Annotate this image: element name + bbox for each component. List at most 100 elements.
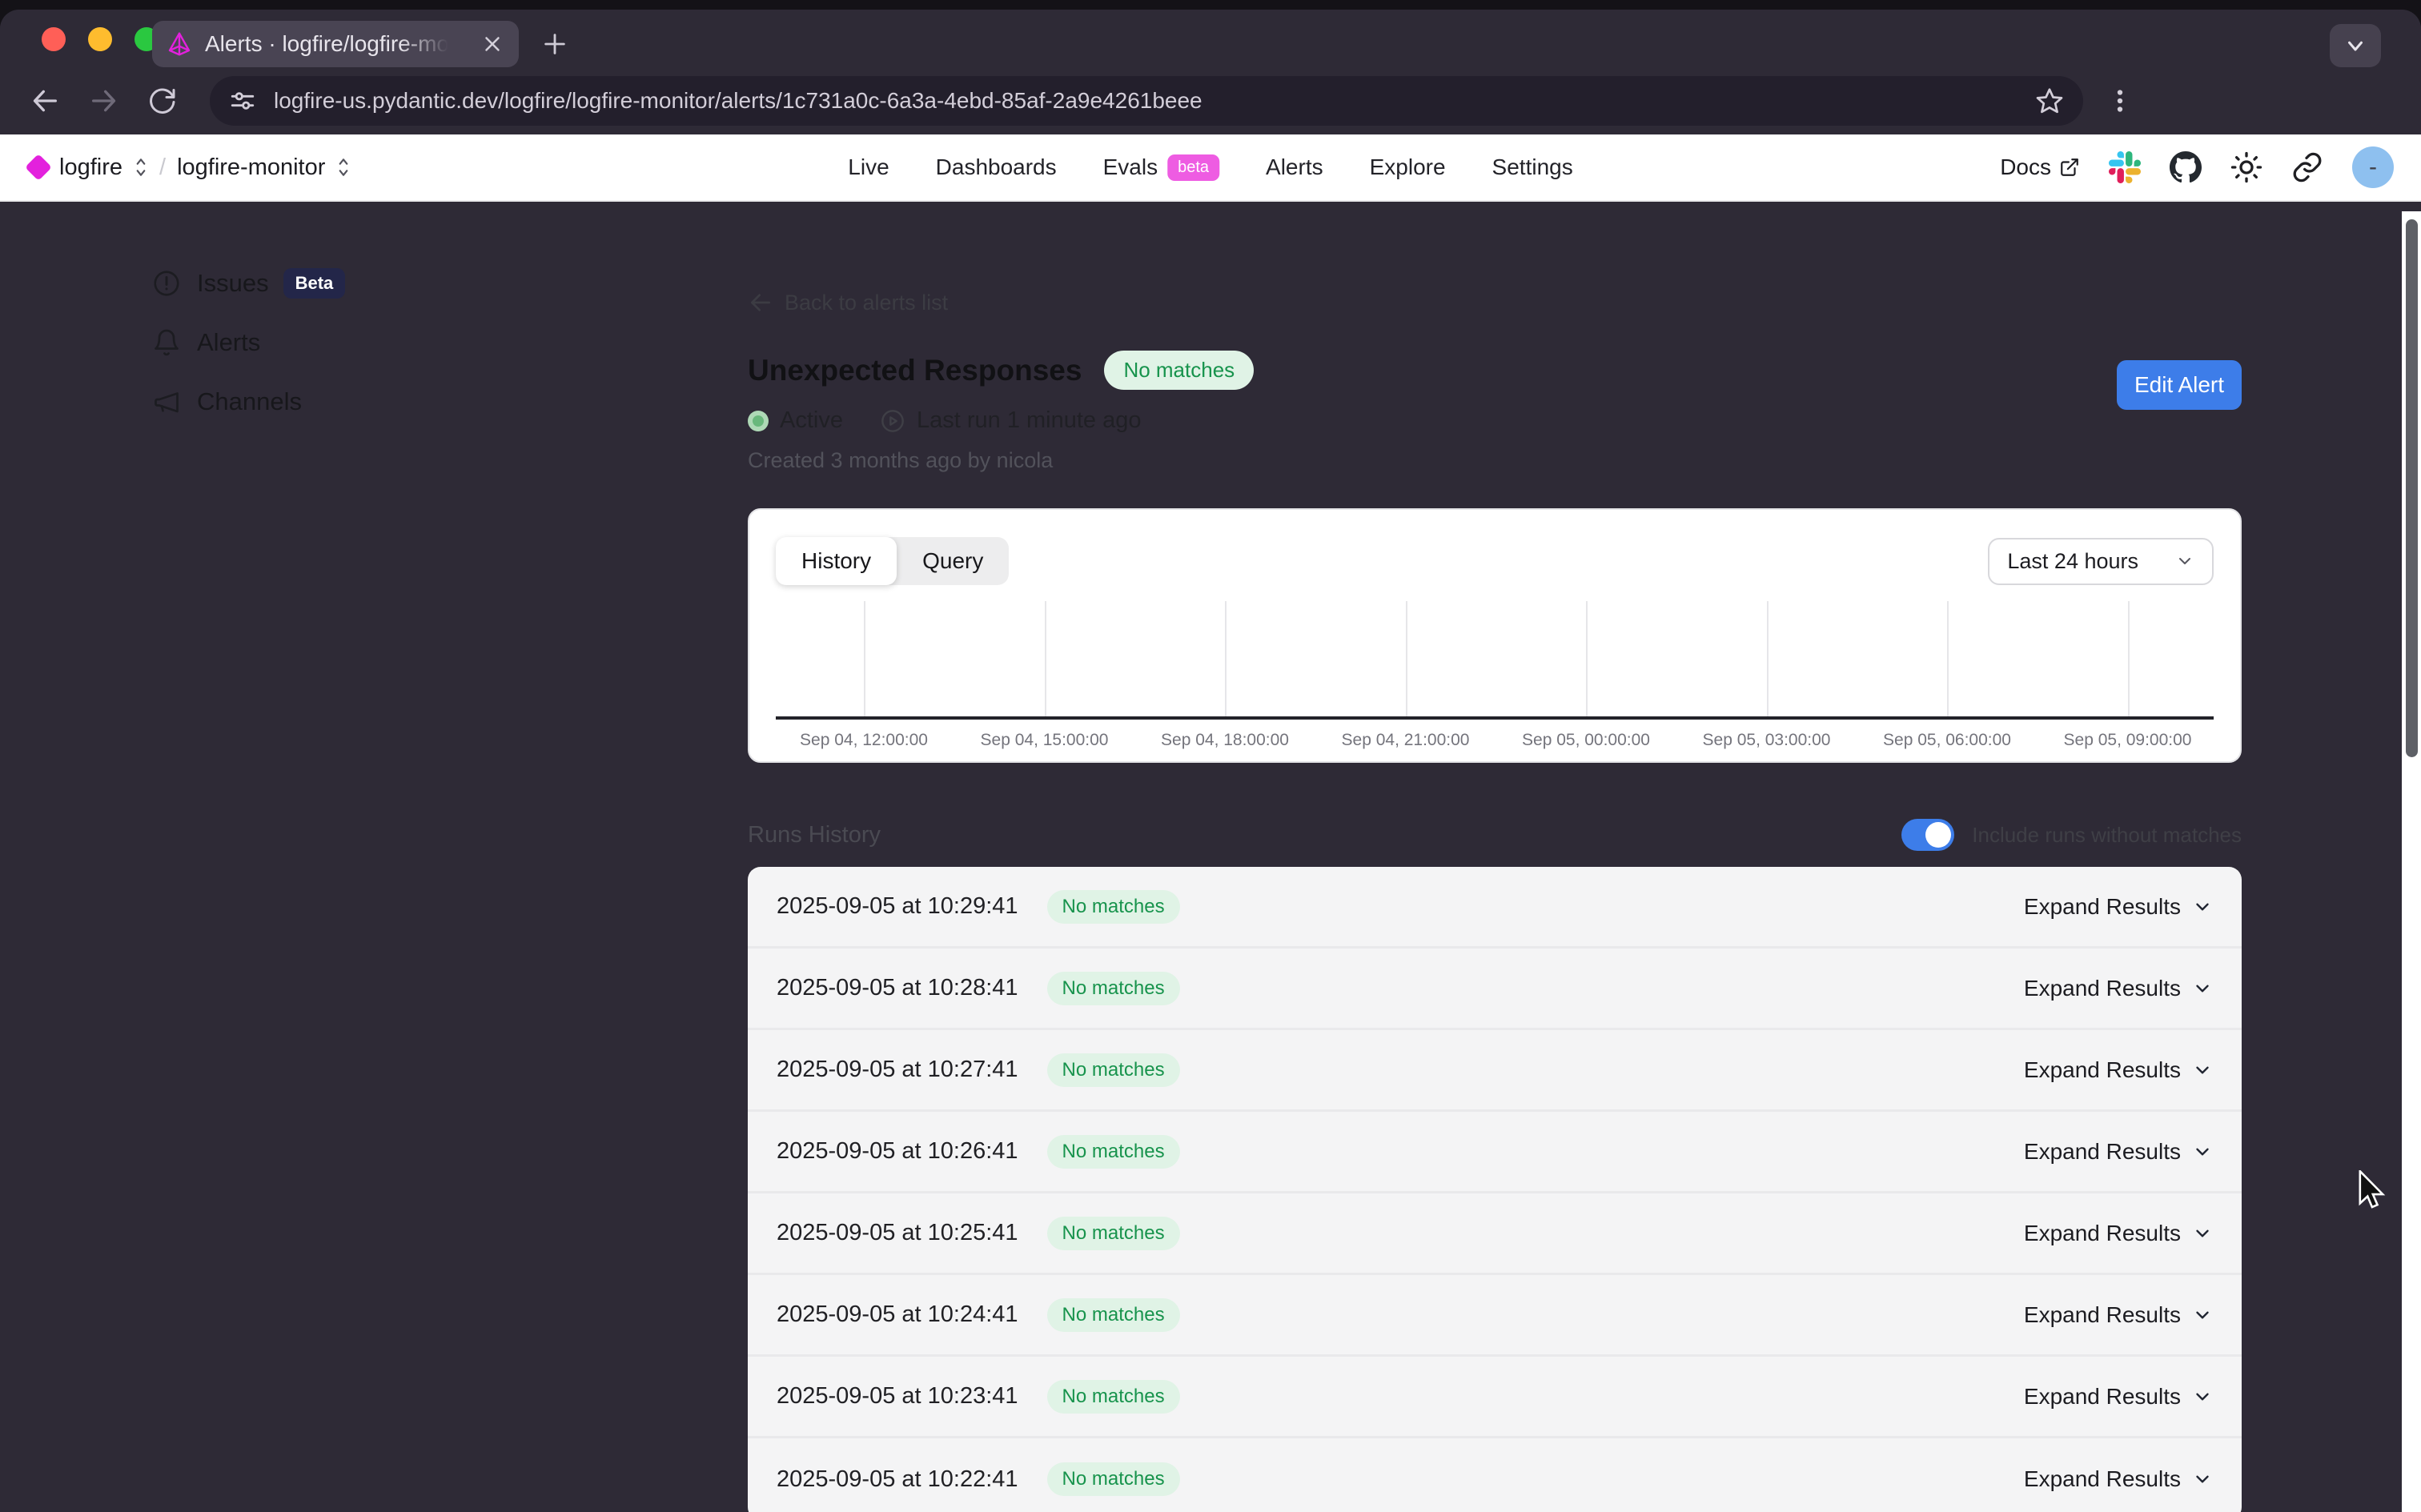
run-row: 2025-09-05 at 10:27:41 No matches Expand…: [748, 1030, 2242, 1112]
chart-gridline: [1947, 601, 1949, 716]
scrollbar-track[interactable]: [2402, 211, 2421, 1512]
minimize-window-button[interactable]: [88, 27, 112, 51]
expand-results-label: Expand Results: [2024, 1384, 2181, 1410]
chevron-updown-icon[interactable]: [134, 156, 148, 178]
include-runs-label: Include runs without matches: [1972, 823, 2242, 848]
close-tab-icon[interactable]: [480, 32, 504, 56]
theme-sun-icon[interactable]: [2230, 151, 2262, 183]
nav-item-settings[interactable]: Settings: [1492, 154, 1573, 180]
expand-results-button[interactable]: Expand Results: [2024, 1466, 2213, 1492]
run-row: 2025-09-05 at 10:22:41 No matches Expand…: [748, 1438, 2242, 1512]
run-timestamp: 2025-09-05 at 10:22:41: [777, 1466, 1018, 1493]
beta-badge: beta: [1167, 154, 1219, 181]
run-timestamp: 2025-09-05 at 10:26:41: [777, 1138, 1018, 1165]
run-timestamp: 2025-09-05 at 10:24:41: [777, 1301, 1018, 1328]
github-icon[interactable]: [2170, 151, 2202, 183]
chart-gridline: [1406, 601, 1407, 716]
chart-x-labels: Sep 04, 12:00:00Sep 04, 15:00:00Sep 04, …: [776, 720, 2214, 761]
include-runs-toggle[interactable]: [1901, 819, 1954, 851]
expand-results-button[interactable]: Expand Results: [2024, 976, 2213, 1001]
mouse-cursor: [2355, 1170, 2387, 1212]
chart-gridline: [2128, 601, 2130, 716]
chevron-down-icon: [2192, 978, 2213, 999]
toggle-knob: [1925, 822, 1951, 848]
run-status-badge: No matches: [1047, 1380, 1180, 1414]
browser-window: Alerts · logfire/logfire-monitor: [0, 10, 2421, 1512]
user-avatar[interactable]: -: [2352, 146, 2394, 188]
expand-results-label: Expand Results: [2024, 1302, 2181, 1328]
window-controls: [42, 27, 159, 51]
tab-search-button[interactable]: [2330, 24, 2381, 67]
expand-results-button[interactable]: Expand Results: [2024, 1139, 2213, 1165]
project-switcher[interactable]: logfire-monitor: [177, 154, 325, 181]
nav-item-alerts[interactable]: Alerts: [1266, 154, 1323, 180]
new-tab-button[interactable]: [541, 30, 568, 58]
url-text: logfire-us.pydantic.dev/logfire/logfire-…: [274, 88, 2035, 114]
org-switcher[interactable]: logfire: [59, 154, 122, 181]
run-status-badge: No matches: [1047, 1298, 1180, 1332]
url-bar[interactable]: logfire-us.pydantic.dev/logfire/logfire-…: [210, 76, 2083, 126]
expand-results-label: Expand Results: [2024, 1057, 2181, 1083]
tab-query[interactable]: Query: [897, 537, 1009, 585]
run-row: 2025-09-05 at 10:23:41 No matches Expand…: [748, 1357, 2242, 1438]
close-window-button[interactable]: [42, 27, 66, 51]
chevron-updown-icon[interactable]: [336, 156, 351, 178]
expand-results-button[interactable]: Expand Results: [2024, 1302, 2213, 1328]
play-circle-icon: [880, 408, 905, 434]
expand-results-button[interactable]: Expand Results: [2024, 1384, 2213, 1410]
scrollbar-thumb[interactable]: [2406, 219, 2418, 757]
back-to-alerts-link[interactable]: Back to alerts list: [748, 290, 2242, 315]
logfire-favicon-icon: [167, 31, 192, 57]
reload-icon[interactable]: [147, 86, 176, 115]
chart-tick-label: Sep 05, 03:00:00: [1703, 731, 1831, 750]
exclamation-icon: [152, 269, 181, 298]
created-by-text: Created 3 months ago by nicola: [748, 448, 2242, 473]
run-status-badge: No matches: [1047, 1217, 1180, 1250]
chevron-down-icon: [2192, 1060, 2213, 1081]
bell-icon: [152, 328, 181, 357]
forward-icon[interactable]: [88, 85, 120, 117]
edit-alert-button[interactable]: Edit Alert: [2117, 360, 2242, 410]
chevron-down-icon: [2192, 1305, 2213, 1326]
chart-gridline: [1225, 601, 1227, 716]
tab-history[interactable]: History: [776, 537, 897, 585]
sidebar-item-alerts[interactable]: Alerts: [152, 323, 345, 362]
bookmark-star-icon[interactable]: [2035, 86, 2064, 115]
nav-item-live[interactable]: Live: [848, 154, 889, 180]
chevron-down-icon: [2192, 1141, 2213, 1162]
sidebar-item-channels[interactable]: Channels: [152, 383, 345, 421]
nav-item-dashboards[interactable]: Dashboards: [936, 154, 1057, 180]
expand-results-label: Expand Results: [2024, 1466, 2181, 1492]
browser-tab[interactable]: Alerts · logfire/logfire-monitor: [152, 21, 519, 67]
active-dot-icon: [748, 411, 769, 431]
expand-results-label: Expand Results: [2024, 1139, 2181, 1165]
tab-strip: Alerts · logfire/logfire-monitor: [0, 10, 2421, 67]
expand-results-button[interactable]: Expand Results: [2024, 1221, 2213, 1246]
chart-tick-label: Sep 04, 21:00:00: [1342, 731, 1470, 750]
nav-item-explore[interactable]: Explore: [1370, 154, 1446, 180]
screen: Alerts · logfire/logfire-monitor: [0, 0, 2421, 1512]
time-range-select[interactable]: Last 24 hours: [1988, 538, 2214, 585]
external-link-icon: [2059, 157, 2080, 178]
chevron-down-icon: [2343, 34, 2367, 58]
browser-menu-icon[interactable]: [2106, 86, 2134, 115]
site-settings-icon[interactable]: [229, 87, 256, 114]
expand-results-button[interactable]: Expand Results: [2024, 1057, 2213, 1083]
arrow-left-icon: [748, 290, 773, 315]
run-row: 2025-09-05 at 10:24:41 No matches Expand…: [748, 1275, 2242, 1357]
share-link-icon[interactable]: [2291, 151, 2323, 183]
nav-item-evals[interactable]: Evalsbeta: [1103, 154, 1219, 181]
run-timestamp: 2025-09-05 at 10:27:41: [777, 1057, 1018, 1083]
run-row: 2025-09-05 at 10:29:41 No matches Expand…: [748, 867, 2242, 949]
slack-icon[interactable]: [2109, 151, 2141, 183]
run-status-badge: No matches: [1047, 1053, 1180, 1087]
run-status-badge: No matches: [1047, 972, 1180, 1005]
sidebar-item-issues[interactable]: Issues Beta: [152, 264, 345, 303]
back-icon[interactable]: [29, 85, 61, 117]
expand-results-button[interactable]: Expand Results: [2024, 894, 2213, 920]
docs-link[interactable]: Docs: [2000, 154, 2080, 180]
breadcrumb-separator: /: [159, 154, 166, 181]
runs-history-heading: Runs History: [748, 822, 881, 848]
breadcrumb: logfire / logfire-monitor: [29, 154, 351, 181]
run-status-badge: No matches: [1047, 1135, 1180, 1169]
